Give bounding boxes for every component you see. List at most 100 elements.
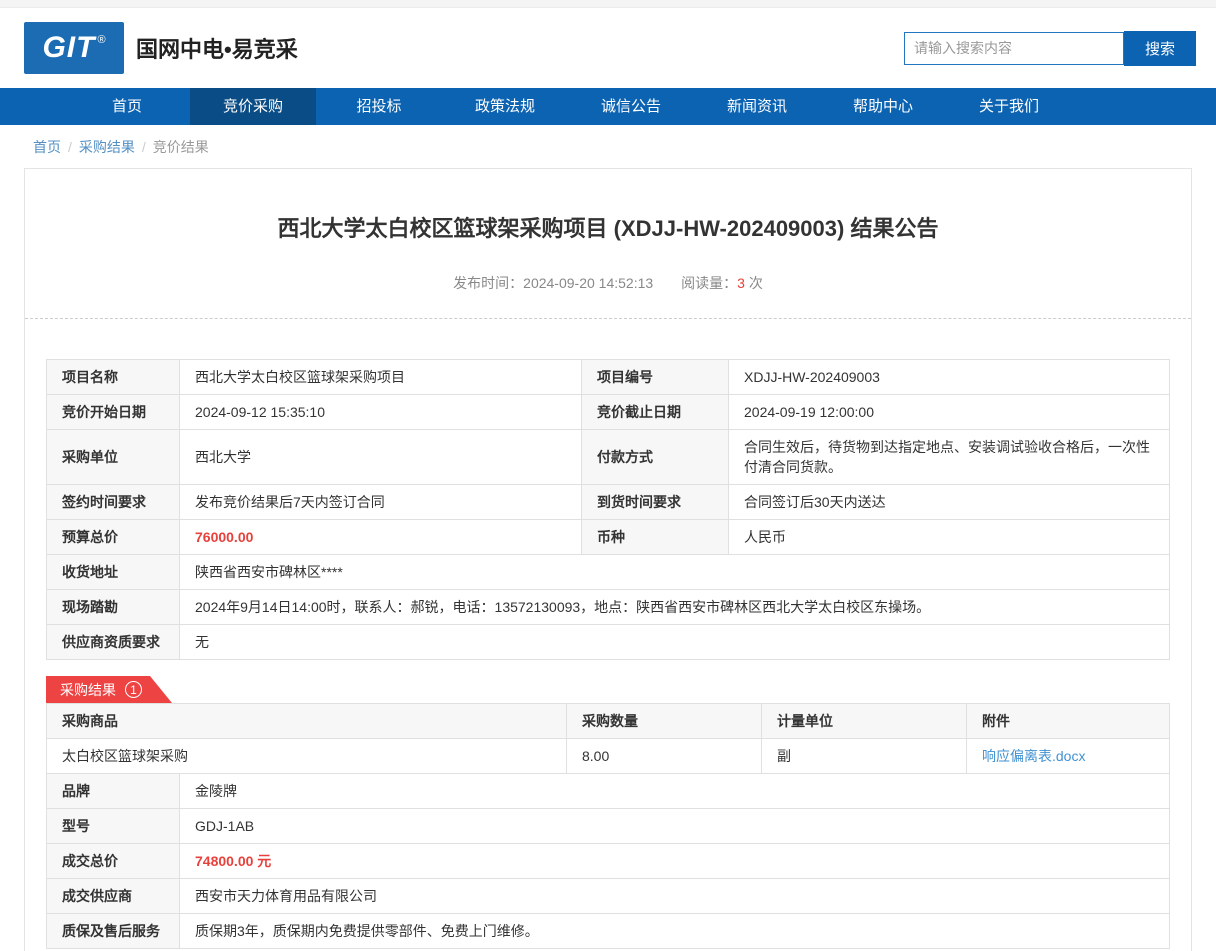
table-header-row: 采购商品 采购数量 计量单位 附件 xyxy=(47,704,1170,739)
nav-item-integrity-notices[interactable]: 诚信公告 xyxy=(568,88,694,125)
info-label: 竞价开始日期 xyxy=(47,395,180,430)
detail-value: GDJ-1AB xyxy=(180,809,1170,844)
search-input[interactable] xyxy=(904,32,1124,65)
result-badge-count: 1 xyxy=(125,681,142,698)
search-button[interactable]: 搜索 xyxy=(1124,31,1196,66)
top-strip xyxy=(0,0,1216,8)
nav-item-news[interactable]: 新闻资讯 xyxy=(694,88,820,125)
info-label: 签约时间要求 xyxy=(47,485,180,520)
detail-label: 质保及售后服务 xyxy=(47,914,180,949)
info-value: 人民币 xyxy=(729,520,1170,555)
budget-total-value: 76000.00 xyxy=(180,520,582,555)
info-label: 竞价截止日期 xyxy=(582,395,729,430)
info-value: 合同签订后30天内送达 xyxy=(729,485,1170,520)
detail-value: 金陵牌 xyxy=(180,774,1170,809)
announcement-panel: 西北大学太白校区篮球架采购项目 (XDJJ-HW-202409003) 结果公告… xyxy=(24,168,1192,951)
table-row: 现场踏勘 2024年9月14日14:00时，联系人：郝锐，电话：13572130… xyxy=(47,590,1170,625)
column-header-attachment: 附件 xyxy=(967,704,1170,739)
info-value: 发布竞价结果后7天内签订合同 xyxy=(180,485,582,520)
deal-total-price: 74800.00 元 xyxy=(180,844,1170,879)
table-row: 成交供应商 西安市天力体育用品有限公司 xyxy=(47,879,1170,914)
logo-text: GIT xyxy=(42,31,95,65)
info-value: 2024-09-12 15:35:10 xyxy=(180,395,582,430)
publish-info: 发布时间：2024-09-20 14:52:13 阅读量：3 次 xyxy=(25,273,1191,319)
publish-time-label: 发布时间： xyxy=(453,275,523,291)
product-quantity: 8.00 xyxy=(567,739,762,774)
detail-value: 质保期3年，质保期内免费提供零部件、免费上门维修。 xyxy=(180,914,1170,949)
info-label: 项目名称 xyxy=(47,360,180,395)
info-label: 付款方式 xyxy=(582,430,729,485)
column-header-unit: 计量单位 xyxy=(762,704,967,739)
nav-item-help-center[interactable]: 帮助中心 xyxy=(820,88,946,125)
info-label: 采购单位 xyxy=(47,430,180,485)
nav-item-bidding-procurement[interactable]: 竞价采购 xyxy=(190,88,316,125)
breadcrumb: 首页 / 采购结果 / 竞价结果 xyxy=(0,125,1216,168)
git-logo[interactable]: GIT® xyxy=(24,22,124,74)
info-label: 现场踏勘 xyxy=(47,590,180,625)
info-value: 2024-09-19 12:00:00 xyxy=(729,395,1170,430)
info-label: 币种 xyxy=(582,520,729,555)
nav-item-home[interactable]: 首页 xyxy=(64,88,190,125)
info-label: 收货地址 xyxy=(47,555,180,590)
table-row: 竞价开始日期 2024-09-12 15:35:10 竞价截止日期 2024-0… xyxy=(47,395,1170,430)
table-row: 签约时间要求 发布竞价结果后7天内签订合同 到货时间要求 合同签订后30天内送达 xyxy=(47,485,1170,520)
result-table: 采购商品 采购数量 计量单位 附件 太白校区篮球架采购 8.00 副 响应偏离表… xyxy=(46,703,1170,774)
info-value: 2024年9月14日14:00时，联系人：郝锐，电话：13572130093，地… xyxy=(180,590,1170,625)
detail-value: 西安市天力体育用品有限公司 xyxy=(180,879,1170,914)
breadcrumb-procurement-results-link[interactable]: 采购结果 xyxy=(79,139,135,155)
info-label: 供应商资质要求 xyxy=(47,625,180,660)
info-value: XDJJ-HW-202409003 xyxy=(729,360,1170,395)
result-badge-row: 采购结果 1 xyxy=(46,676,1170,703)
info-value: 西北大学 xyxy=(180,430,582,485)
views-count: 3 xyxy=(737,275,745,291)
views-label: 阅读量： xyxy=(681,275,737,291)
info-value: 合同生效后，待货物到达指定地点、安装调试验收合格后，一次性付清合同货款。 xyxy=(729,430,1170,485)
breadcrumb-home-link[interactable]: 首页 xyxy=(33,139,61,155)
result-badge-label: 采购结果 xyxy=(60,680,116,700)
table-row: 成交总价 74800.00 元 xyxy=(47,844,1170,879)
breadcrumb-current-page: 竞价结果 xyxy=(153,139,209,155)
search-bar: 搜索 xyxy=(904,31,1196,66)
detail-label: 品牌 xyxy=(47,774,180,809)
info-value: 陕西省西安市碑林区**** xyxy=(180,555,1170,590)
table-row: 采购单位 西北大学 付款方式 合同生效后，待货物到达指定地点、安装调试验收合格后… xyxy=(47,430,1170,485)
project-info-table: 项目名称 西北大学太白校区篮球架采购项目 项目编号 XDJJ-HW-202409… xyxy=(46,359,1170,660)
detail-label: 型号 xyxy=(47,809,180,844)
table-row: 型号 GDJ-1AB xyxy=(47,809,1170,844)
publish-time-value: 2024-09-20 14:52:13 xyxy=(523,275,653,291)
breadcrumb-separator: / xyxy=(68,139,72,155)
column-header-product: 采购商品 xyxy=(47,704,567,739)
breadcrumb-separator: / xyxy=(142,139,146,155)
tables-area: 项目名称 西北大学太白校区篮球架采购项目 项目编号 XDJJ-HW-202409… xyxy=(25,319,1191,951)
product-unit: 副 xyxy=(762,739,967,774)
attachment-cell: 响应偏离表.docx xyxy=(967,739,1170,774)
nav-item-tenders[interactable]: 招投标 xyxy=(316,88,442,125)
info-label: 到货时间要求 xyxy=(582,485,729,520)
procurement-result-badge: 采购结果 1 xyxy=(46,676,172,703)
nav-item-about-us[interactable]: 关于我们 xyxy=(946,88,1072,125)
table-row: 供应商资质要求 无 xyxy=(47,625,1170,660)
result-detail-table: 品牌 金陵牌 型号 GDJ-1AB 成交总价 74800.00 元 成交供应商 … xyxy=(46,773,1170,949)
table-row: 预算总价 76000.00 币种 人民币 xyxy=(47,520,1170,555)
registered-trademark-icon: ® xyxy=(97,34,105,46)
table-row: 收货地址 陕西省西安市碑林区**** xyxy=(47,555,1170,590)
info-label: 预算总价 xyxy=(47,520,180,555)
detail-label: 成交总价 xyxy=(47,844,180,879)
table-row: 项目名称 西北大学太白校区篮球架采购项目 项目编号 XDJJ-HW-202409… xyxy=(47,360,1170,395)
detail-label: 成交供应商 xyxy=(47,879,180,914)
main-nav: 首页 竞价采购 招投标 政策法规 诚信公告 新闻资讯 帮助中心 关于我们 xyxy=(0,88,1216,125)
attachment-link[interactable]: 响应偏离表.docx xyxy=(982,748,1085,764)
info-value: 西北大学太白校区篮球架采购项目 xyxy=(180,360,582,395)
site-header: GIT® 国网中电•易竞采 搜索 xyxy=(0,8,1216,88)
info-value: 无 xyxy=(180,625,1170,660)
column-header-quantity: 采购数量 xyxy=(567,704,762,739)
page-title: 西北大学太白校区篮球架采购项目 (XDJJ-HW-202409003) 结果公告 xyxy=(25,211,1191,243)
views-unit: 次 xyxy=(749,275,763,291)
info-label: 项目编号 xyxy=(582,360,729,395)
table-row: 品牌 金陵牌 xyxy=(47,774,1170,809)
site-brand-title: 国网中电•易竞采 xyxy=(136,32,298,64)
nav-item-policies[interactable]: 政策法规 xyxy=(442,88,568,125)
table-row: 太白校区篮球架采购 8.00 副 响应偏离表.docx xyxy=(47,739,1170,774)
table-row: 质保及售后服务 质保期3年，质保期内免费提供零部件、免费上门维修。 xyxy=(47,914,1170,949)
product-name: 太白校区篮球架采购 xyxy=(47,739,567,774)
